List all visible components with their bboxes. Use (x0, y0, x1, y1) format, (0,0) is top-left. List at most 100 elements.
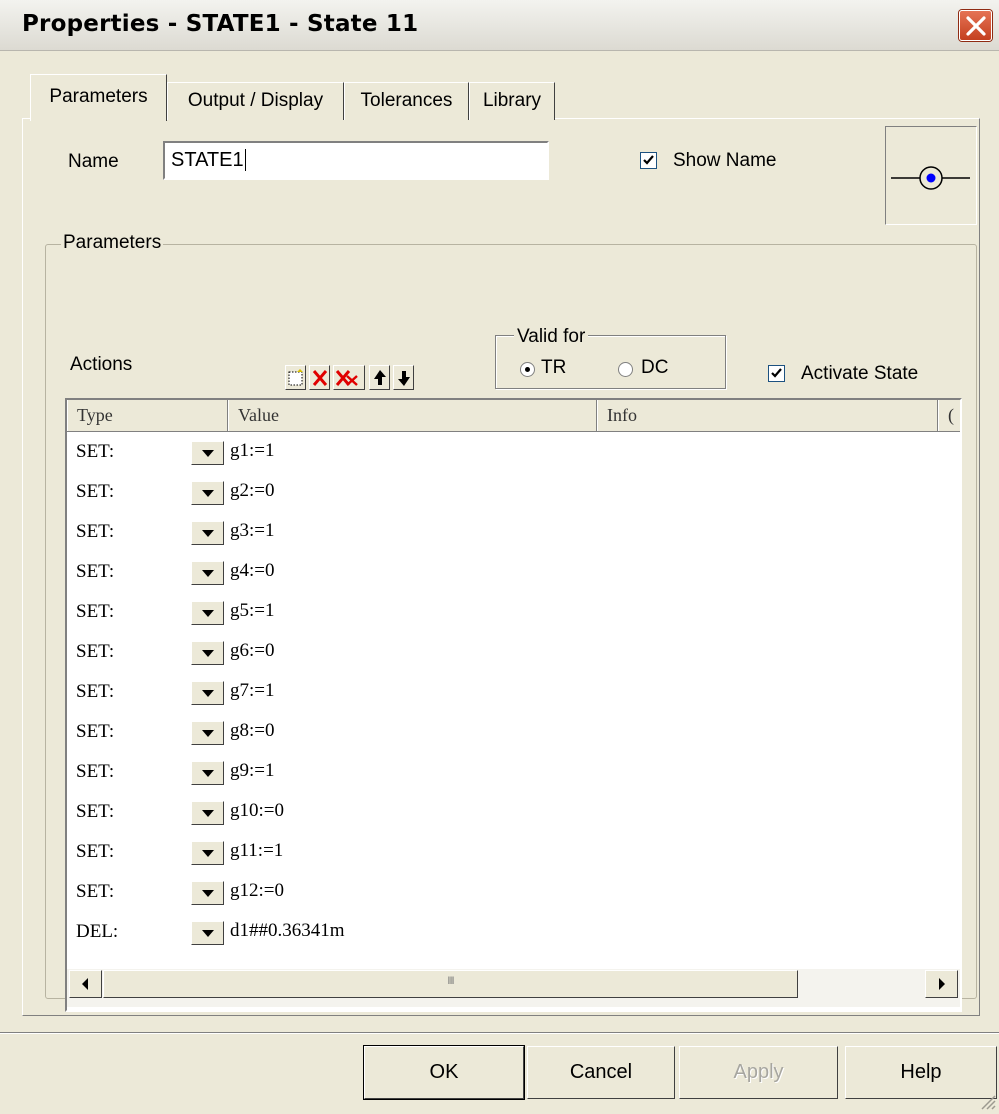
chevron-down-icon (202, 450, 214, 457)
table-row[interactable]: SET: g12:=0 (67, 872, 960, 912)
name-input-value: STATE1 (171, 149, 244, 171)
chevron-down-icon (202, 850, 214, 857)
row-type: SET: (76, 841, 115, 862)
row-value[interactable]: g9:=1 (230, 760, 275, 782)
row-value[interactable]: g1:=1 (230, 440, 275, 462)
delete-all-rows-icon (335, 370, 358, 386)
tab-tolerances[interactable]: Tolerances (344, 82, 469, 120)
column-header-more[interactable]: ( (938, 400, 960, 431)
column-header-type[interactable]: Type (67, 400, 228, 431)
type-dropdown-button[interactable] (191, 761, 224, 785)
new-row-button[interactable] (285, 365, 306, 390)
row-value[interactable]: g6:=0 (230, 640, 275, 662)
move-down-button[interactable] (393, 365, 414, 390)
name-input[interactable]: STATE1 (163, 141, 549, 180)
table-row[interactable]: SET: g3:=1 (67, 512, 960, 552)
move-up-icon (374, 370, 386, 385)
parameters-group-title: Parameters (61, 232, 164, 254)
row-value[interactable]: g5:=1 (230, 600, 275, 622)
row-type: SET: (76, 441, 115, 462)
table-row[interactable]: SET: g6:=0 (67, 632, 960, 672)
new-row-icon (288, 369, 303, 386)
table-row[interactable]: SET: g10:=0 (67, 792, 960, 832)
scroll-thumb[interactable]: III (103, 970, 798, 998)
help-button[interactable]: Help (845, 1046, 997, 1099)
row-value[interactable]: g11:=1 (230, 840, 283, 862)
chevron-down-icon (202, 650, 214, 657)
type-dropdown-button[interactable] (191, 641, 224, 665)
show-name-checkbox[interactable] (640, 152, 657, 169)
cancel-button[interactable]: Cancel (527, 1046, 675, 1099)
type-dropdown-button[interactable] (191, 721, 224, 745)
type-dropdown-button[interactable] (191, 881, 224, 905)
row-type: DEL: (76, 921, 119, 942)
row-value[interactable]: g12:=0 (230, 880, 284, 902)
radio-dc[interactable] (618, 362, 633, 377)
row-value[interactable]: g10:=0 (230, 800, 284, 822)
table-row[interactable]: SET: g5:=1 (67, 592, 960, 632)
table-row[interactable]: SET: g4:=0 (67, 552, 960, 592)
type-dropdown-button[interactable] (191, 481, 224, 505)
move-up-button[interactable] (369, 365, 390, 390)
chevron-down-icon (202, 690, 214, 697)
state-symbol-icon (891, 166, 970, 190)
type-dropdown-button[interactable] (191, 521, 224, 545)
move-down-icon (398, 371, 410, 386)
chevron-down-icon (202, 490, 214, 497)
row-type: SET: (76, 681, 115, 702)
chevron-down-icon (202, 890, 214, 897)
delete-row-icon (312, 370, 328, 386)
table-row[interactable]: SET: g9:=1 (67, 752, 960, 792)
table-row[interactable]: SET: g8:=0 (67, 712, 960, 752)
row-value[interactable]: g3:=1 (230, 520, 275, 542)
type-dropdown-button[interactable] (191, 441, 224, 465)
row-value[interactable]: g7:=1 (230, 680, 275, 702)
resize-grip-icon[interactable] (978, 1092, 996, 1110)
row-type: SET: (76, 601, 115, 622)
close-button[interactable] (959, 10, 992, 41)
row-value[interactable]: g4:=0 (230, 560, 275, 582)
tab-parameters[interactable]: Parameters (30, 74, 167, 121)
checkmark-icon (643, 155, 654, 165)
horizontal-scrollbar[interactable]: III (67, 969, 960, 1007)
chevron-down-icon (202, 930, 214, 937)
scroll-left-button[interactable] (69, 970, 102, 998)
table-row[interactable]: SET: g7:=1 (67, 672, 960, 712)
table-row[interactable]: SET: g1:=1 (67, 432, 960, 472)
radio-tr[interactable] (520, 362, 535, 377)
checkmark-icon (771, 368, 782, 378)
close-icon (966, 16, 986, 36)
arrow-right-icon (939, 978, 945, 990)
actions-label: Actions (70, 354, 133, 375)
tab-library[interactable]: Library (469, 82, 555, 120)
scroll-grip: III (447, 975, 454, 987)
valid-for-title: Valid for (514, 326, 589, 348)
scroll-right-button[interactable] (925, 970, 958, 998)
type-dropdown-button[interactable] (191, 921, 224, 945)
show-name-label: Show Name (673, 150, 777, 171)
column-header-info[interactable]: Info (597, 400, 938, 431)
row-value[interactable]: g8:=0 (230, 720, 275, 742)
delete-row-button[interactable] (309, 365, 330, 390)
row-value[interactable]: g2:=0 (230, 480, 275, 502)
activate-state-label: Activate State (801, 363, 919, 384)
apply-button[interactable]: Apply (679, 1046, 838, 1099)
table-row[interactable]: DEL: d1##0.36341m (67, 912, 960, 952)
chevron-down-icon (202, 730, 214, 737)
ok-button[interactable]: OK (364, 1046, 524, 1099)
row-type: SET: (76, 481, 115, 502)
row-type: SET: (76, 801, 115, 822)
tab-output-display[interactable]: Output / Display (167, 82, 344, 120)
table-row[interactable]: SET: g11:=1 (67, 832, 960, 872)
type-dropdown-button[interactable] (191, 681, 224, 705)
type-dropdown-button[interactable] (191, 601, 224, 625)
type-dropdown-button[interactable] (191, 801, 224, 825)
type-dropdown-button[interactable] (191, 561, 224, 585)
row-value[interactable]: d1##0.36341m (230, 920, 345, 942)
window-title: Properties - STATE1 - State 11 (22, 11, 419, 37)
activate-state-checkbox[interactable] (768, 365, 785, 382)
column-header-value[interactable]: Value (228, 400, 597, 431)
type-dropdown-button[interactable] (191, 841, 224, 865)
delete-all-rows-button[interactable] (333, 365, 365, 390)
table-row[interactable]: SET: g2:=0 (67, 472, 960, 512)
